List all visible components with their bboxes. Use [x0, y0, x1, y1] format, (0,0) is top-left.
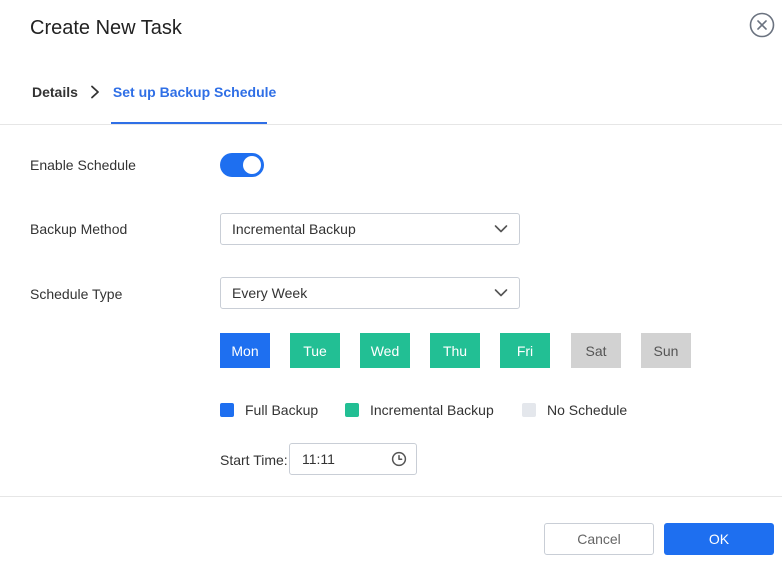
legend-swatch — [522, 403, 536, 417]
step-setup-backup-schedule[interactable]: Set up Backup Schedule — [113, 84, 276, 100]
day-button-tue[interactable]: Tue — [290, 333, 340, 368]
header-divider — [0, 124, 782, 125]
legend-label: Incremental Backup — [370, 402, 494, 418]
chevron-down-icon — [494, 225, 508, 233]
ok-button[interactable]: OK — [664, 523, 774, 555]
backup-method-value: Incremental Backup — [232, 221, 356, 237]
cancel-button[interactable]: Cancel — [544, 523, 654, 555]
enable-schedule-toggle[interactable] — [220, 153, 264, 177]
footer-divider — [0, 496, 782, 497]
legend-label: No Schedule — [547, 402, 628, 418]
legend-no-schedule: No Schedule — [522, 401, 627, 419]
backup-method-select[interactable]: Incremental Backup — [220, 213, 520, 245]
step-details[interactable]: Details — [32, 84, 78, 100]
day-button-fri[interactable]: Fri — [500, 333, 550, 368]
schedule-type-label: Schedule Type — [30, 286, 123, 302]
day-button-thu[interactable]: Thu — [430, 333, 480, 368]
schedule-type-select[interactable]: Every Week — [220, 277, 520, 309]
close-button[interactable] — [749, 12, 775, 38]
day-button-mon[interactable]: Mon — [220, 333, 270, 368]
day-button-wed[interactable]: Wed — [360, 333, 410, 368]
start-time-value: 11:11 — [302, 451, 335, 467]
start-time-input[interactable]: 11:11 — [289, 443, 417, 475]
enable-schedule-label: Enable Schedule — [30, 157, 136, 173]
legend-incremental-backup: Incremental Backup — [345, 401, 494, 419]
legend-label: Full Backup — [245, 402, 319, 418]
chevron-right-icon — [90, 85, 100, 99]
legend-swatch — [220, 403, 234, 417]
step-breadcrumb: Details Set up Backup Schedule — [32, 82, 276, 102]
legend-full-backup: Full Backup — [220, 401, 318, 419]
chevron-down-icon — [494, 289, 508, 297]
clock-icon[interactable] — [391, 451, 407, 467]
day-button-sun[interactable]: Sun — [641, 333, 691, 368]
dialog-title: Create New Task — [30, 17, 182, 39]
backup-method-label: Backup Method — [30, 221, 128, 237]
start-time-label: Start Time: — [220, 452, 288, 468]
day-button-sat[interactable]: Sat — [571, 333, 621, 368]
legend-swatch — [345, 403, 359, 417]
close-circle-icon — [749, 12, 775, 38]
toggle-knob — [243, 156, 261, 174]
schedule-type-value: Every Week — [232, 285, 308, 301]
